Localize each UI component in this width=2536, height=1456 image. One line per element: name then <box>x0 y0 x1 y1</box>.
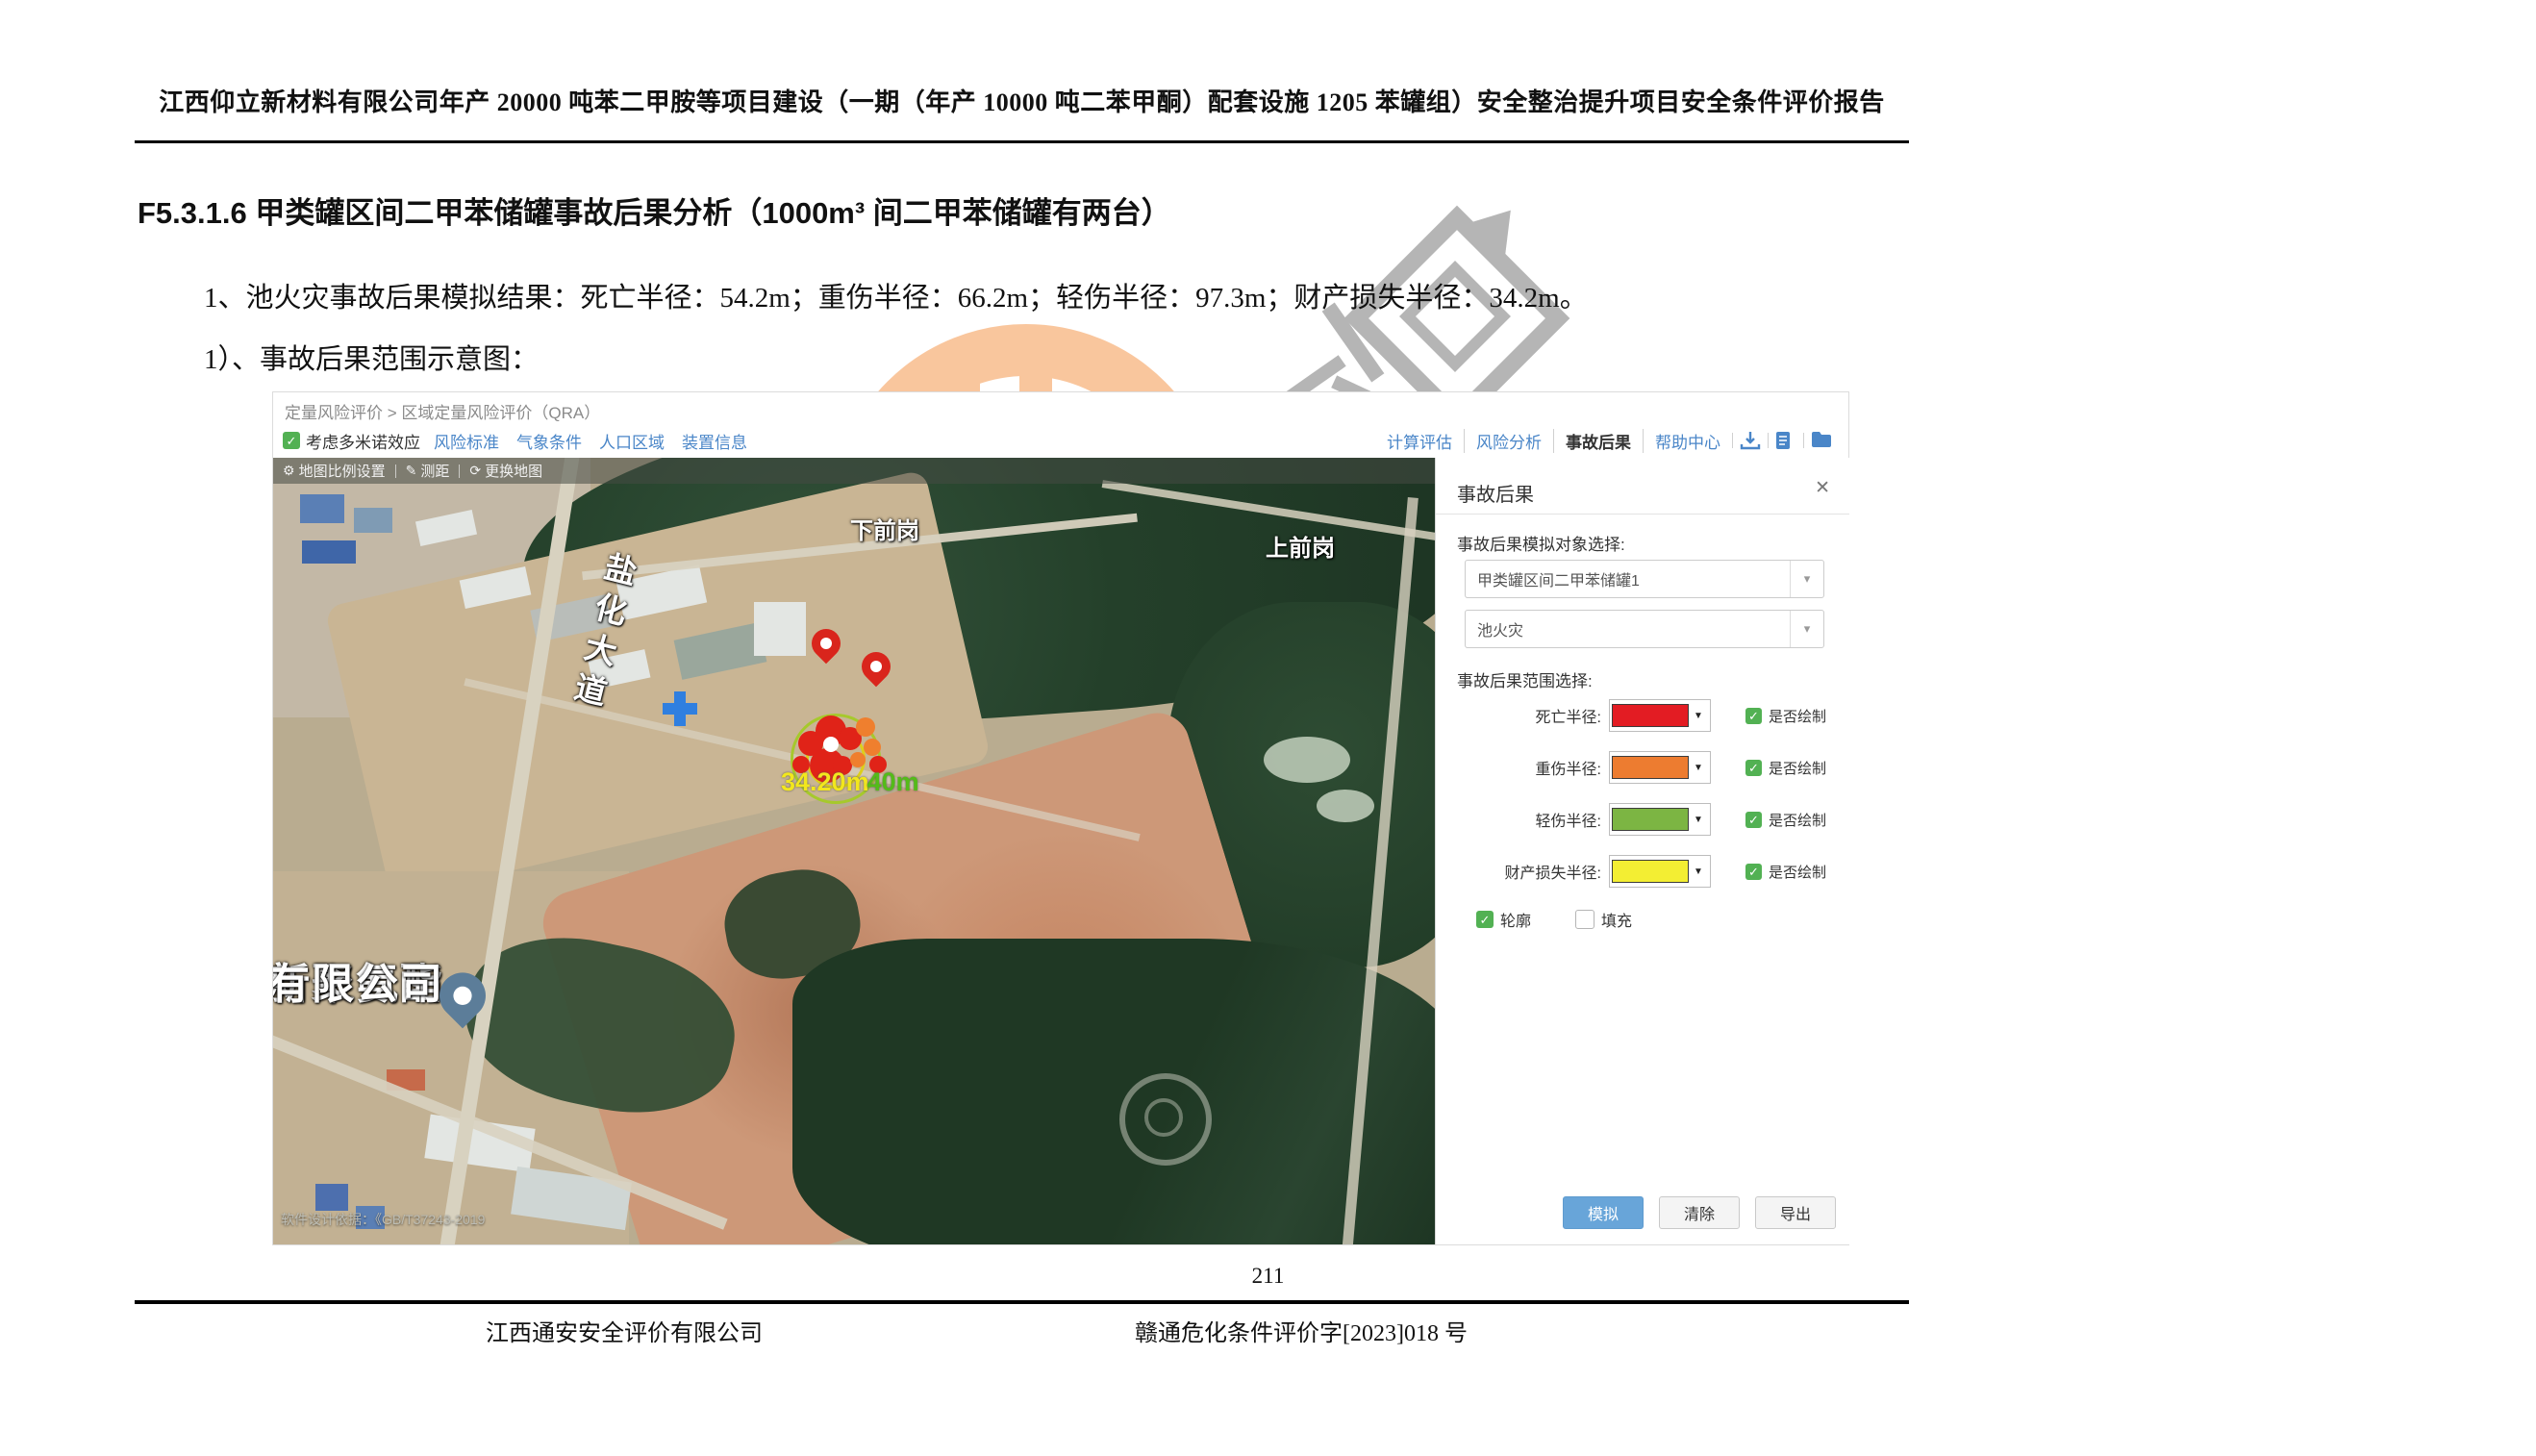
radius-row-property: 财产损失半径: ▼ ✓ 是否绘制 <box>1436 852 1849 891</box>
map-pond <box>1264 737 1350 783</box>
report-header-title: 江西仰立新材料有限公司年产 20000 吨苯二甲胺等项目建设（一期（年产 100… <box>135 83 1909 118</box>
export-button[interactable]: 导出 <box>1755 1196 1836 1229</box>
map-scale-settings-button[interactable]: ⚙ 地图比例设置 <box>273 461 395 481</box>
panel-buttons: 模拟 清除 导出 <box>1563 1196 1836 1229</box>
breadcrumb: 定量风险评价 > 区域定量风险评价（QRA） <box>285 399 600 423</box>
death-draw-checkbox[interactable]: ✓ <box>1745 708 1762 724</box>
radius-row-severe: 重伤半径: ▼ ✓ 是否绘制 <box>1436 748 1849 787</box>
map-building <box>300 494 344 523</box>
map-building <box>754 602 806 656</box>
red-map-pin <box>812 629 841 669</box>
app-toolbar-row: ✓ 考虑多米诺效应 风险标准 气象条件 人口区域 装置信息 计算评估 风险分析 … <box>273 423 1848 458</box>
company-map-pin <box>439 972 486 1037</box>
chevron-down-icon: ▼ <box>1689 815 1708 825</box>
map-terrain-forest-bottomright <box>792 939 1435 1244</box>
blue-cross-marker <box>663 691 697 726</box>
chevron-down-icon: ▼ <box>1689 866 1708 877</box>
check-icon: ✓ <box>287 435 297 447</box>
tab-accident-consequence[interactable]: 事故后果 <box>1554 429 1644 453</box>
sim-object-select[interactable]: 甲类罐区间二甲苯储罐1 ▾ <box>1465 560 1824 598</box>
range-select-label: 事故后果范围选择: <box>1457 667 1593 691</box>
close-icon[interactable]: ✕ <box>1815 477 1830 499</box>
download-icon[interactable] <box>1740 431 1761 450</box>
nav-link-device-info[interactable]: 装置信息 <box>682 429 747 453</box>
panel-title: 事故后果 <box>1457 479 1534 507</box>
footer-document-number: 赣通危化条件评价字[2023]018 号 <box>1135 1314 1468 1347</box>
chevron-down-icon: ▾ <box>1790 561 1823 597</box>
red-map-pin <box>862 652 891 692</box>
figure-caption-paragraph: 1）、事故后果范围示意图： <box>204 337 539 377</box>
page-number: 211 <box>0 1264 2536 1289</box>
map-circular-structure <box>1119 1073 1212 1166</box>
tab-calc-evaluate[interactable]: 计算评估 <box>1375 429 1465 453</box>
report-document-icon[interactable] <box>1775 431 1796 450</box>
death-color-select[interactable]: ▼ <box>1609 699 1711 732</box>
severe-injury-blob <box>856 717 875 737</box>
map-attribution: 软件设计依据：《GB/T37243-2019 <box>281 1210 485 1229</box>
property-color-select[interactable]: ▼ <box>1609 855 1711 888</box>
app-header-row: 定量风险评价 > 区域定量风险评价（QRA） <box>273 392 1848 423</box>
simulate-button[interactable]: 模拟 <box>1563 1196 1644 1229</box>
map-building <box>315 1184 348 1211</box>
radius-row-death: 死亡半径: ▼ ✓ 是否绘制 <box>1436 696 1849 735</box>
domino-effect-label: 考虑多米诺效应 <box>306 429 420 453</box>
outline-fill-row: ✓ 轮廓 ✓ 填充 <box>1476 908 1632 931</box>
chevron-down-icon: ▼ <box>1689 711 1708 721</box>
nav-link-population[interactable]: 人口区域 <box>599 429 665 453</box>
map-label-village-left: 下前岗 <box>850 512 919 545</box>
sim-object-label: 事故后果模拟对象选择: <box>1457 531 1625 555</box>
radius-row-light: 轻伤半径: ▼ ✓ 是否绘制 <box>1436 800 1849 839</box>
clear-button[interactable]: 清除 <box>1659 1196 1740 1229</box>
map-label-village-right: 上前岗 <box>1266 529 1335 563</box>
marker-center-dot <box>823 737 839 752</box>
swap-map-icon: ⟳ <box>469 463 481 479</box>
nav-link-weather[interactable]: 气象条件 <box>516 429 582 453</box>
light-color-select[interactable]: ▼ <box>1609 803 1711 836</box>
pencil-icon: ✎ <box>406 463 417 479</box>
map-pond <box>1317 790 1374 822</box>
accident-consequence-panel: 事故后果 ✕ 事故后果模拟对象选择: 甲类罐区间二甲苯储罐1 ▾ 池火灾 ▾ 事… <box>1435 458 1849 1244</box>
chevron-down-icon: ▾ <box>1790 611 1823 647</box>
severe-injury-blob <box>864 739 881 756</box>
tab-risk-analysis[interactable]: 风险分析 <box>1465 429 1554 453</box>
tab-help-center[interactable]: 帮助中心 <box>1644 429 1732 453</box>
map-toolbar: ⚙ 地图比例设置 ✎ 测距 ⟳ 更换地图 <box>273 458 1435 484</box>
measure-distance-label: 34.20m40m <box>781 767 919 797</box>
light-draw-checkbox[interactable]: ✓ <box>1745 812 1762 828</box>
domino-effect-checkbox[interactable]: ✓ <box>283 432 300 449</box>
fill-label: 填充 <box>1601 908 1632 931</box>
watermark-logo-arc <box>813 324 1236 392</box>
top-right-toolbar: 计算评估 风险分析 事故后果 帮助中心 <box>1375 429 1848 453</box>
map-building <box>354 508 392 533</box>
qra-app-screenshot: 定量风险评价 > 区域定量风险评价（QRA） ✓ 考虑多米诺效应 风险标准 气象… <box>272 391 1849 1245</box>
footer-company: 江西通安安全评价有限公司 <box>486 1314 763 1347</box>
severe-color-select[interactable]: ▼ <box>1609 751 1711 784</box>
severe-draw-checkbox[interactable]: ✓ <box>1745 760 1762 776</box>
change-map-button[interactable]: ⟳ 更换地图 <box>460 461 552 481</box>
outline-label: 轮廓 <box>1500 908 1531 931</box>
header-rule <box>135 140 1909 143</box>
folder-icon[interactable] <box>1811 431 1832 450</box>
property-draw-checkbox[interactable]: ✓ <box>1745 864 1762 880</box>
severe-injury-blob <box>850 752 866 767</box>
fill-checkbox[interactable]: ✓ <box>1575 910 1594 929</box>
map-building <box>302 540 356 564</box>
satellite-map[interactable]: ⚙ 地图比例设置 ✎ 测距 ⟳ 更换地图 下前岗 上前岗 盐化大道 新聚氨酯 有… <box>273 458 1435 1244</box>
measure-distance-button[interactable]: ✎ 测距 <box>396 461 460 481</box>
footer-rule <box>135 1300 1909 1304</box>
nav-link-risk-standard[interactable]: 风险标准 <box>434 429 499 453</box>
result-paragraph: 1、池火灾事故后果模拟结果：死亡半径：54.2m；重伤半径：66.2m；轻伤半径… <box>204 275 1588 315</box>
chevron-down-icon: ▼ <box>1689 763 1708 773</box>
outline-checkbox[interactable]: ✓ <box>1476 911 1494 928</box>
gear-icon: ⚙ <box>283 463 295 479</box>
scenario-select[interactable]: 池火灾 ▾ <box>1465 610 1824 648</box>
section-heading: F5.3.1.6 甲类罐区间二甲苯储罐事故后果分析（1000m³ 间二甲苯储罐有… <box>138 188 1171 232</box>
